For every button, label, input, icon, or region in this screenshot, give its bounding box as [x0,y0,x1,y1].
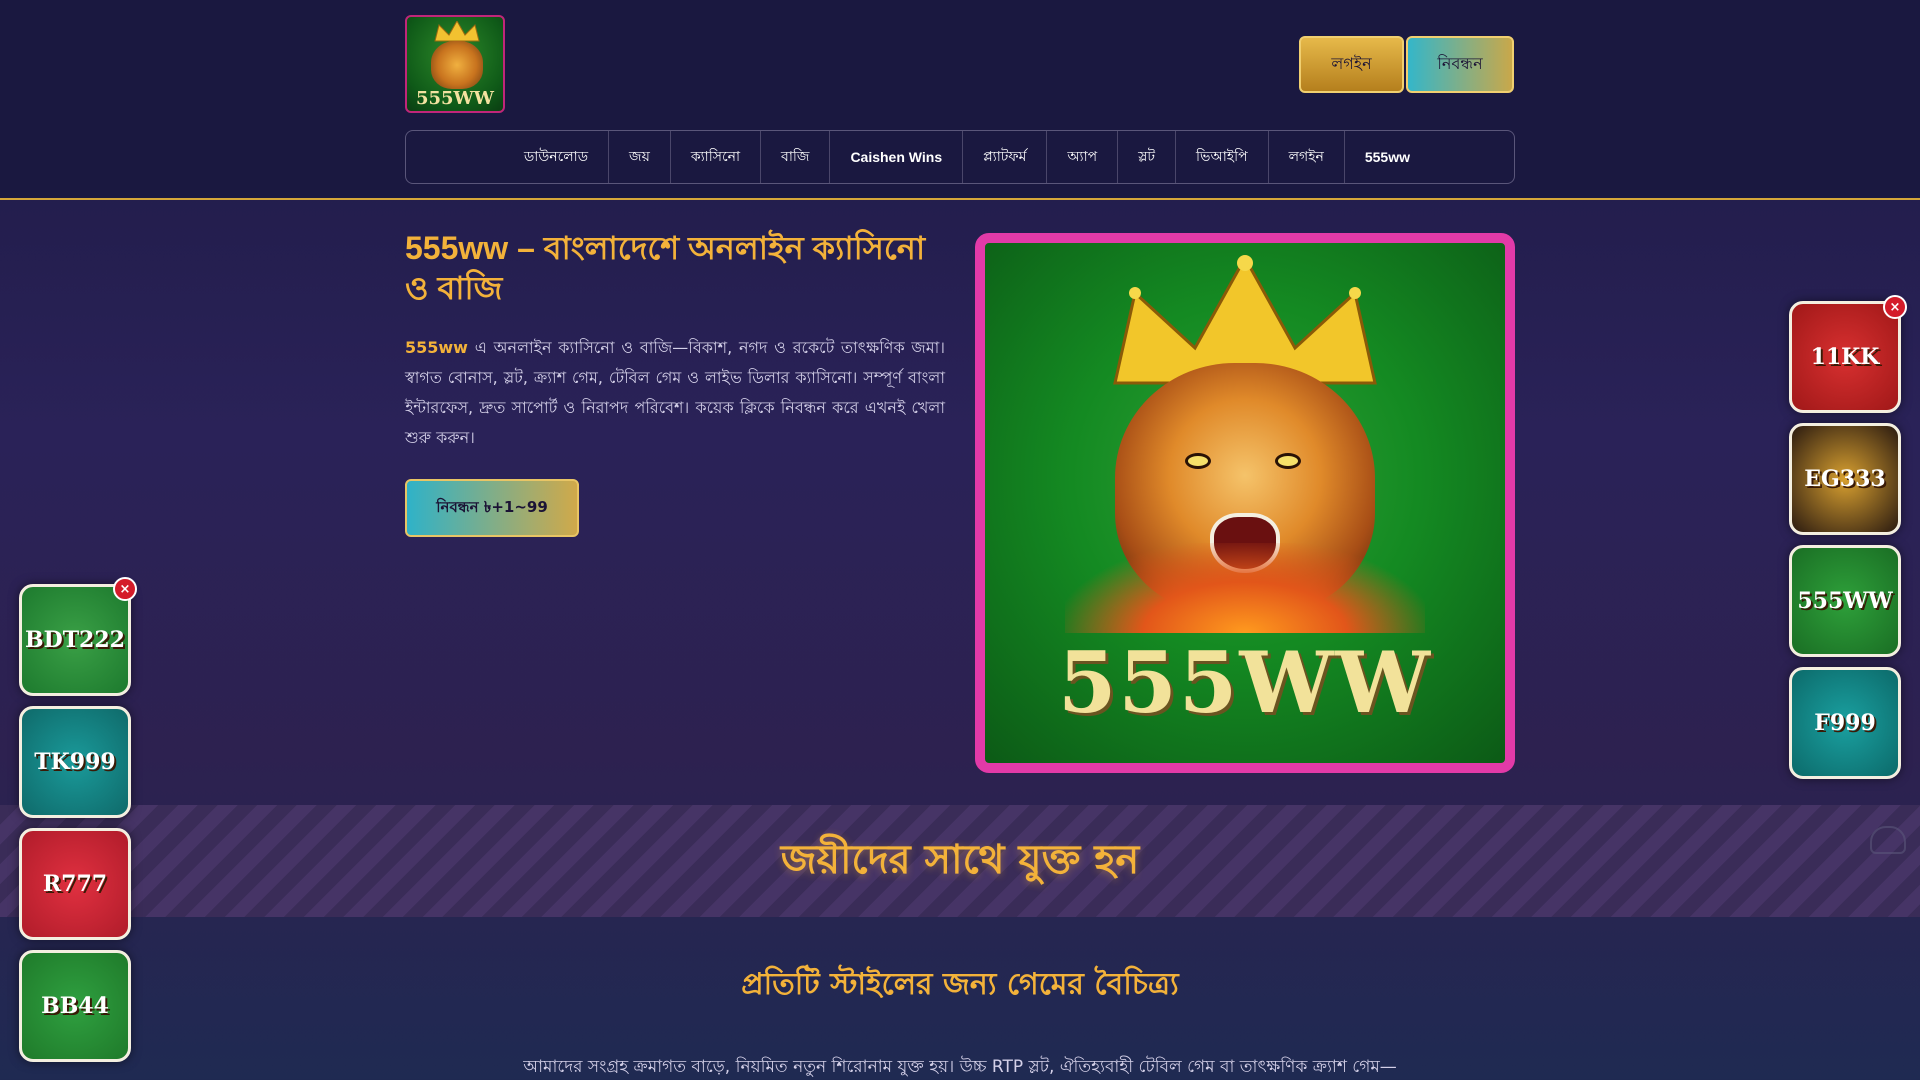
left-app-bdt222[interactable]: BDT222 [19,584,131,696]
hero-banner-image: 555WW [975,233,1515,773]
band-title: জয়ীদের সাথে যুক্ত হন [780,836,1140,883]
app-label: R777 [42,871,108,897]
nav-item-download[interactable]: ডাউনলোড [504,131,610,183]
tiger-eye-right [1275,453,1301,469]
nav-item-slot[interactable]: স্লট [1118,131,1177,183]
hero-description-text: এ অনলাইন ক্যাসিনো ও বাজি—বিকাশ, নগদ ও রক… [405,338,945,447]
hero-title: 555ww – বাংলাদেশে অনলাইন ক্যাসিনো ও বাজি [405,230,926,306]
nav-item-platform[interactable]: প্ল্যাটফর্ম [963,131,1048,183]
left-app-tk999[interactable]: TK999 [19,706,131,818]
flames-decoration [1065,543,1425,633]
right-apps-close-button[interactable]: × [1883,295,1907,319]
hero-brand-link[interactable]: 555ww [405,338,468,357]
nav-item-caishen-wins[interactable]: Caishen Wins [830,131,964,183]
left-app-bb44[interactable]: BB44 [19,950,131,1062]
app-label: BDT222 [25,627,125,653]
left-app-r777[interactable]: R777 [19,828,131,940]
app-label: F999 [1814,710,1876,736]
main-nav: ডাউনলোড জয় ক্যাসিনো বাজি Caishen Wins প… [405,130,1515,184]
app-label: 11KK [1810,344,1880,370]
right-app-555ww[interactable]: 555WW [1789,545,1901,657]
tiger-icon [431,41,483,89]
app-label: BB44 [41,993,109,1019]
logo-text: 555WW [415,88,494,109]
nav-item-win[interactable]: জয় [609,131,671,183]
nav-item-login[interactable]: লগইন [1269,131,1345,183]
nav-item-betting[interactable]: বাজি [761,131,831,183]
right-app-f999[interactable]: F999 [1789,667,1901,779]
hero-description: 555ww এ অনলাইন ক্যাসিনো ও বাজি—বিকাশ, নগ… [405,333,945,453]
nav-item-vip[interactable]: ভিআইপি [1176,131,1269,183]
right-app-eg333[interactable]: EG333 [1789,423,1901,535]
login-button[interactable]: লগইন [1299,36,1404,93]
site-logo[interactable]: 555WW [405,15,505,113]
banner-brand-text: 555WW [1057,633,1432,732]
music-toggle-icon[interactable] [1870,826,1906,854]
left-apps-close-button[interactable]: × [113,577,137,601]
site-header: 555WW লগইন নিবন্ধন ডাউনলোড জয় ক্যাসিনো … [0,0,1920,200]
crown-icon [434,21,480,42]
nav-item-casino[interactable]: ক্যাসিনো [671,131,762,183]
app-label: TK999 [34,749,116,775]
section-text: আমাদের সংগ্রহ ক্রমাগত বাড়ে, নিয়মিত নতু… [523,1057,1397,1077]
register-button[interactable]: নিবন্ধন [1406,36,1514,93]
nav-item-app[interactable]: অ্যাপ [1047,131,1119,183]
nav-item-555ww[interactable]: 555ww [1345,131,1430,183]
section-title: প্রতিটি স্টাইলের জন্য গেমের বৈচিত্র্য [741,967,1179,1002]
app-label: EG333 [1804,466,1886,492]
right-app-11kk[interactable]: 11KK [1789,301,1901,413]
app-label: 555WW [1797,588,1893,614]
hero-register-button[interactable]: নিবন্ধন ৳+1~99 [405,479,579,537]
winners-band: জয়ীদের সাথে যুক্ত হন [0,805,1920,917]
tiger-eye-left [1185,453,1211,469]
